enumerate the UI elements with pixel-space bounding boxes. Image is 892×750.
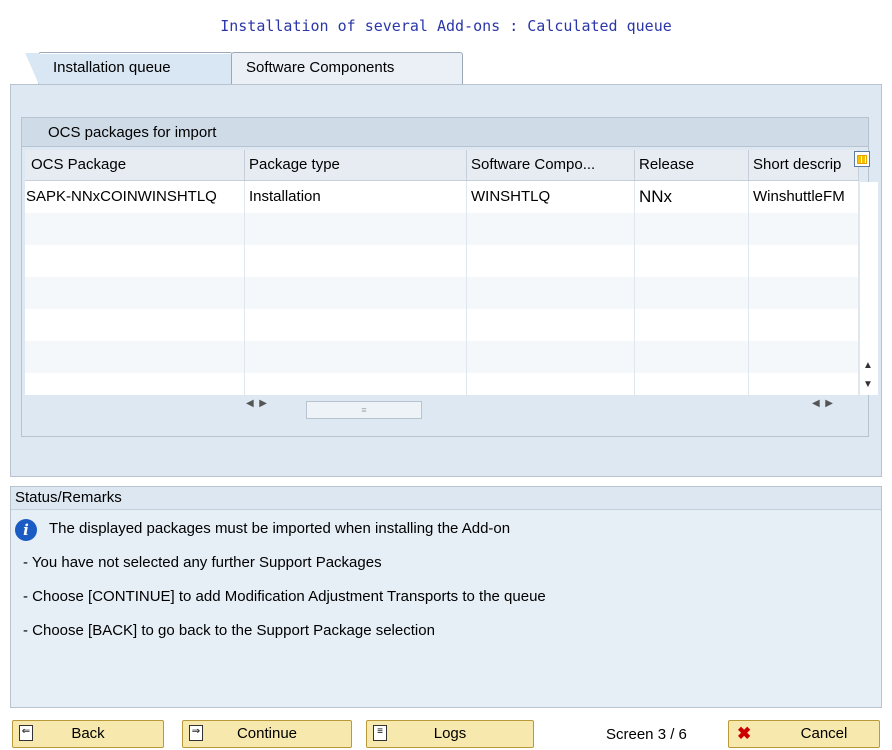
empty-row <box>25 277 859 310</box>
status-remarks-panel: Status/Remarks i The displayed packages … <box>10 486 882 708</box>
table-header: OCS Package Package type Software Compo.… <box>25 150 859 181</box>
tab-software-components[interactable]: Software Components <box>231 52 463 84</box>
screen-indicator: Screen 3 / 6 <box>606 726 687 743</box>
status-message: - You have not selected any further Supp… <box>23 554 382 571</box>
tab-installation-queue[interactable]: Installation queue <box>25 52 233 85</box>
cancel-icon: ✖ <box>737 724 752 743</box>
column-header-short-description[interactable]: Short descrip <box>749 150 859 180</box>
cell-software-component: WINSHTLQ <box>467 181 635 213</box>
empty-row <box>25 341 859 374</box>
scroll-left-icon[interactable]: ◀ <box>246 398 254 409</box>
empty-row <box>25 213 859 246</box>
info-icon: i <box>15 519 37 541</box>
scroll-right-icon[interactable]: ▶ <box>825 398 833 409</box>
scroll-up-icon[interactable]: ▲ <box>863 360 873 371</box>
vertical-scrollbar[interactable]: ▲ ▼ <box>860 182 878 395</box>
column-header-ocs-package[interactable]: OCS Package <box>25 150 245 180</box>
cell-release: NNx <box>635 181 749 213</box>
cell-short-description: WinshuttleFM <box>749 181 859 213</box>
status-title: Status/Remarks <box>11 487 881 510</box>
horizontal-scrollbar-right[interactable]: ◀ ▶ <box>812 398 833 420</box>
tab-panel: OCS packages for import OCS Package Pack… <box>10 84 882 477</box>
continue-button[interactable]: ⇒ Continue <box>182 720 352 748</box>
status-message: The displayed packages must be imported … <box>49 520 511 537</box>
scroll-down-icon[interactable]: ▼ <box>863 379 873 390</box>
cell-package-type: Installation <box>245 181 467 213</box>
group-title: OCS packages for import <box>22 118 868 147</box>
empty-row <box>25 373 859 395</box>
horizontal-scrollbar-left[interactable]: ◀ ▶ <box>246 398 267 420</box>
cell-ocs-package: SAPK-NNxCOINWINSHTLQ <box>25 181 245 213</box>
cancel-button[interactable]: ✖ Cancel <box>728 720 880 748</box>
table-row[interactable]: SAPK-NNxCOINWINSHTLQ Installation WINSHT… <box>25 181 859 214</box>
scroll-left-icon[interactable]: ◀ <box>812 398 820 409</box>
empty-row <box>25 245 859 278</box>
scroll-right-icon[interactable]: ▶ <box>259 398 267 409</box>
logs-button[interactable]: ≡ Logs <box>366 720 534 748</box>
dialog-title: Installation of several Add-ons : Calcul… <box>220 17 672 35</box>
ocs-packages-group: OCS packages for import OCS Package Pack… <box>21 117 878 437</box>
column-header-package-type[interactable]: Package type <box>245 150 467 180</box>
horizontal-scroll-thumb[interactable]: ≡ <box>306 401 422 419</box>
packages-table: OCS Package Package type Software Compo.… <box>25 150 859 395</box>
empty-row <box>25 309 859 342</box>
column-header-release[interactable]: Release <box>635 150 749 180</box>
status-message: - Choose [CONTINUE] to add Modification … <box>23 588 546 605</box>
status-message: - Choose [BACK] to go back to the Suppor… <box>23 622 435 639</box>
back-button[interactable]: ⇐ Back <box>12 720 164 748</box>
column-settings-icon[interactable] <box>854 151 870 167</box>
column-header-software-component[interactable]: Software Compo... <box>467 150 635 180</box>
